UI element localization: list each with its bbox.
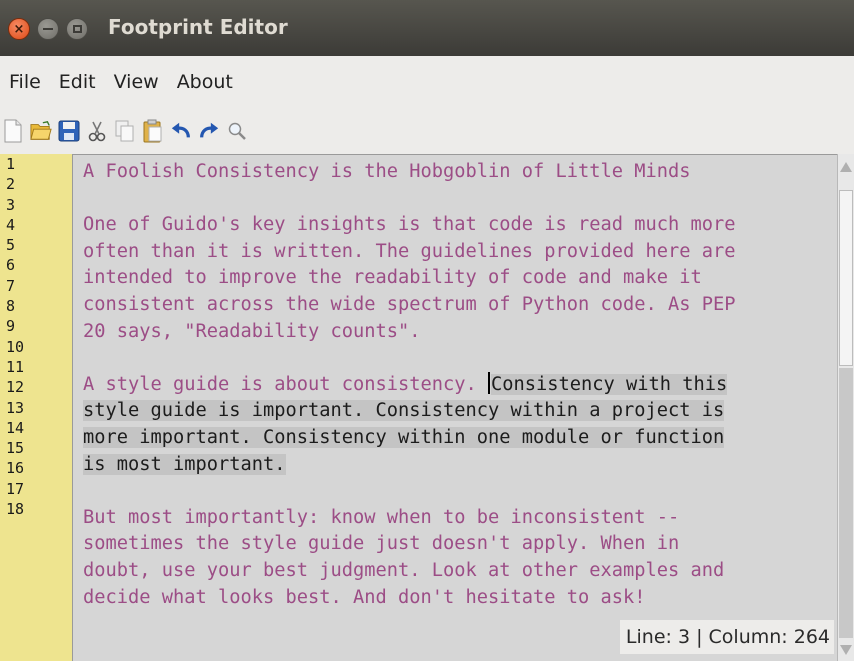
editor-line-text: consistent across the wide spectrum of P… <box>83 294 736 315</box>
line-number: 15 <box>6 439 25 458</box>
editor-line-text: often than it is written. The guidelines… <box>83 240 736 262</box>
line-number: 5 <box>6 236 16 255</box>
line-number: 3 <box>6 195 16 214</box>
find-button[interactable] <box>226 118 248 144</box>
editor-line-text: One of Guido's key insights is that code… <box>83 214 736 236</box>
editor-line-text: 20 says, "Readability counts". <box>83 320 421 342</box>
editor-line: doubt, use your best judgment. Look at o… <box>83 558 724 584</box>
scroll-down-icon[interactable] <box>840 645 852 655</box>
line-number: 18 <box>6 500 25 519</box>
copy-icon <box>115 120 134 142</box>
editor-line: consistent across the wide spectrum of P… <box>83 292 736 318</box>
save-icon <box>58 120 80 142</box>
menu-view[interactable]: View <box>105 56 168 108</box>
line-number: 10 <box>6 337 25 356</box>
selected-text: more important. Consistency within one m… <box>83 427 725 448</box>
editor-line: intended to improve the readability of c… <box>83 265 702 291</box>
editor-line: decide what looks best. And don't hesita… <box>83 585 646 611</box>
close-window-button[interactable]: × <box>8 18 30 40</box>
scroll-up-icon[interactable] <box>840 162 852 172</box>
line-number: 12 <box>6 378 25 397</box>
open-folder-icon <box>30 121 52 140</box>
editor-line-text: sometimes the style guide just doesn't a… <box>83 533 680 555</box>
cut-icon <box>88 121 106 142</box>
save-button[interactable] <box>58 118 80 144</box>
editor-line-text: decide what looks best. And don't hesita… <box>83 586 646 608</box>
line-number: 2 <box>6 175 16 194</box>
text-cursor <box>488 371 491 394</box>
redo-icon <box>200 122 219 138</box>
editor-line: A style guide is about consistency. Cons… <box>83 371 728 398</box>
paste-icon <box>143 119 162 143</box>
window-title: Footprint Editor <box>108 15 288 39</box>
maximize-icon <box>72 25 82 33</box>
editor-line-text: A style guide is about consistency. <box>83 373 489 395</box>
close-icon: × <box>13 21 25 37</box>
status-line-column: Line: 3 | Column: 264 <box>619 620 834 654</box>
line-number: 13 <box>6 398 25 417</box>
line-number: 9 <box>6 317 16 336</box>
selected-text: is most important. <box>83 453 286 475</box>
text-editor-area[interactable]: A Foolish Consistency is the Hobgoblin o… <box>72 154 837 661</box>
editor-line: is most important. <box>83 452 286 478</box>
vertical-scrollbar[interactable] <box>837 154 854 661</box>
editor-line: A Foolish Consistency is the Hobgoblin o… <box>83 159 691 185</box>
line-number: 17 <box>6 479 25 498</box>
line-number: 11 <box>6 357 25 376</box>
cut-button[interactable] <box>86 118 108 144</box>
editor-line-text: A Foolish Consistency is the Hobgoblin o… <box>83 161 691 182</box>
editor-line: more important. Consistency within one m… <box>83 425 725 451</box>
line-number: 6 <box>6 256 16 275</box>
selected-text: Consistency with this <box>491 373 728 395</box>
scrollbar-thumb[interactable] <box>839 190 853 366</box>
line-number: 14 <box>6 418 25 437</box>
paste-button[interactable] <box>142 118 164 144</box>
editor-line: sometimes the style guide just doesn't a… <box>83 531 679 557</box>
open-file-button[interactable] <box>30 118 52 144</box>
line-number-gutter: 1 2 3 4 5 6 7 8 9 10 11 12 13 14 15 16 1… <box>0 154 72 661</box>
selected-text: style guide is important. Consistency wi… <box>83 400 725 422</box>
line-number: 1 <box>6 155 16 173</box>
undo-icon <box>171 122 190 138</box>
scrollbar-track[interactable] <box>839 368 853 638</box>
editor-line: often than it is written. The guidelines… <box>83 239 736 265</box>
line-number: 4 <box>6 215 16 234</box>
editor-line: 20 says, "Readability counts". <box>83 319 421 345</box>
menu-bar: File Edit View About <box>0 56 854 108</box>
line-number: 7 <box>6 276 16 295</box>
menu-about[interactable]: About <box>168 56 242 108</box>
minimize-icon <box>43 28 53 30</box>
toolbar <box>0 108 854 154</box>
copy-button[interactable] <box>114 118 136 144</box>
search-icon <box>228 122 246 140</box>
editor-line: style guide is important. Consistency wi… <box>83 398 725 424</box>
editor-line-text: But most importantly: know when to be in… <box>83 506 680 528</box>
maximize-window-button[interactable] <box>66 18 88 40</box>
new-file-button[interactable] <box>2 118 24 144</box>
menu-file[interactable]: File <box>0 56 50 108</box>
new-file-icon <box>4 119 22 143</box>
line-number: 16 <box>6 459 25 478</box>
redo-button[interactable] <box>198 118 220 144</box>
title-bar: × Footprint Editor <box>0 0 854 56</box>
undo-button[interactable] <box>170 118 192 144</box>
editor-line: One of Guido's key insights is that code… <box>83 212 736 238</box>
editor-line-text: doubt, use your best judgment. Look at o… <box>83 560 725 581</box>
line-number: 8 <box>6 297 16 316</box>
editor-line-text: intended to improve the readability of c… <box>83 267 702 289</box>
editor-line: But most importantly: know when to be in… <box>83 505 679 531</box>
menu-edit[interactable]: Edit <box>50 56 105 108</box>
minimize-window-button[interactable] <box>37 18 59 40</box>
